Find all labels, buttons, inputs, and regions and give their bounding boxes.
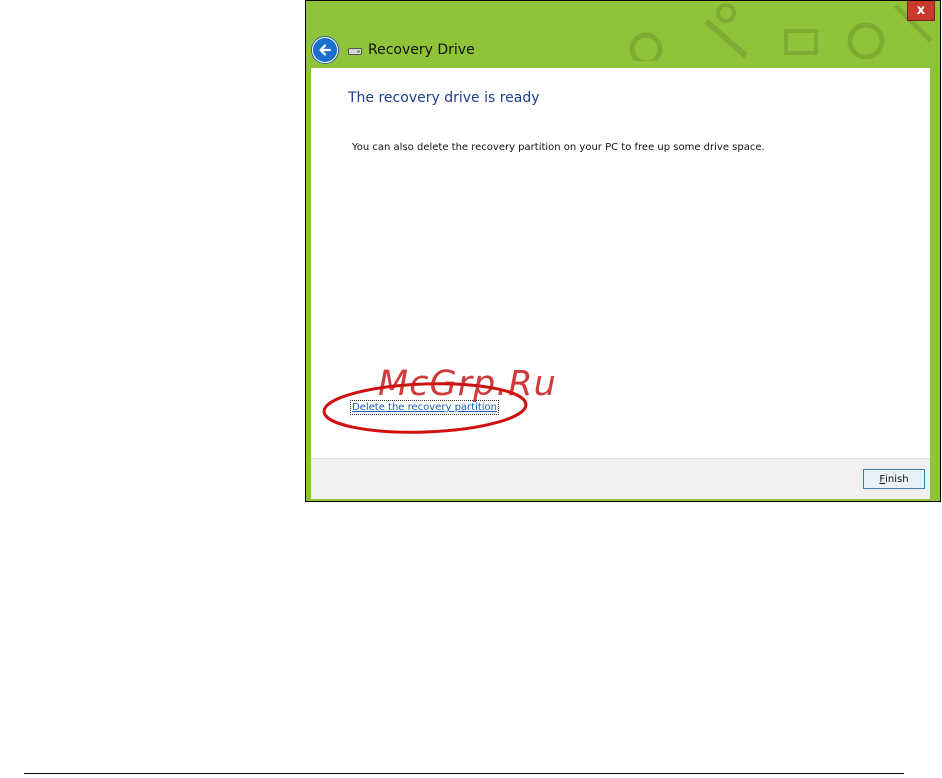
- page: x Recovery Drive The recovery drive is r…: [0, 0, 942, 778]
- watermark-text: McGrp.Ru: [378, 364, 557, 404]
- drive-icon: [348, 48, 362, 55]
- footer-bar: Finish: [311, 458, 930, 499]
- page-bottom-rule: [24, 773, 904, 774]
- close-button[interactable]: x: [907, 1, 935, 21]
- description-text: You can also delete the recovery partiti…: [352, 142, 765, 153]
- finish-button[interactable]: Finish: [863, 469, 925, 489]
- page-heading: The recovery drive is ready: [348, 90, 540, 106]
- window-title: Recovery Drive: [368, 42, 475, 58]
- navigation-row: Recovery Drive: [312, 36, 475, 64]
- finish-label-rest: inish: [885, 473, 909, 485]
- titlebar-pattern: [629, 3, 933, 61]
- back-arrow-icon: [319, 44, 332, 56]
- back-button[interactable]: [312, 37, 338, 63]
